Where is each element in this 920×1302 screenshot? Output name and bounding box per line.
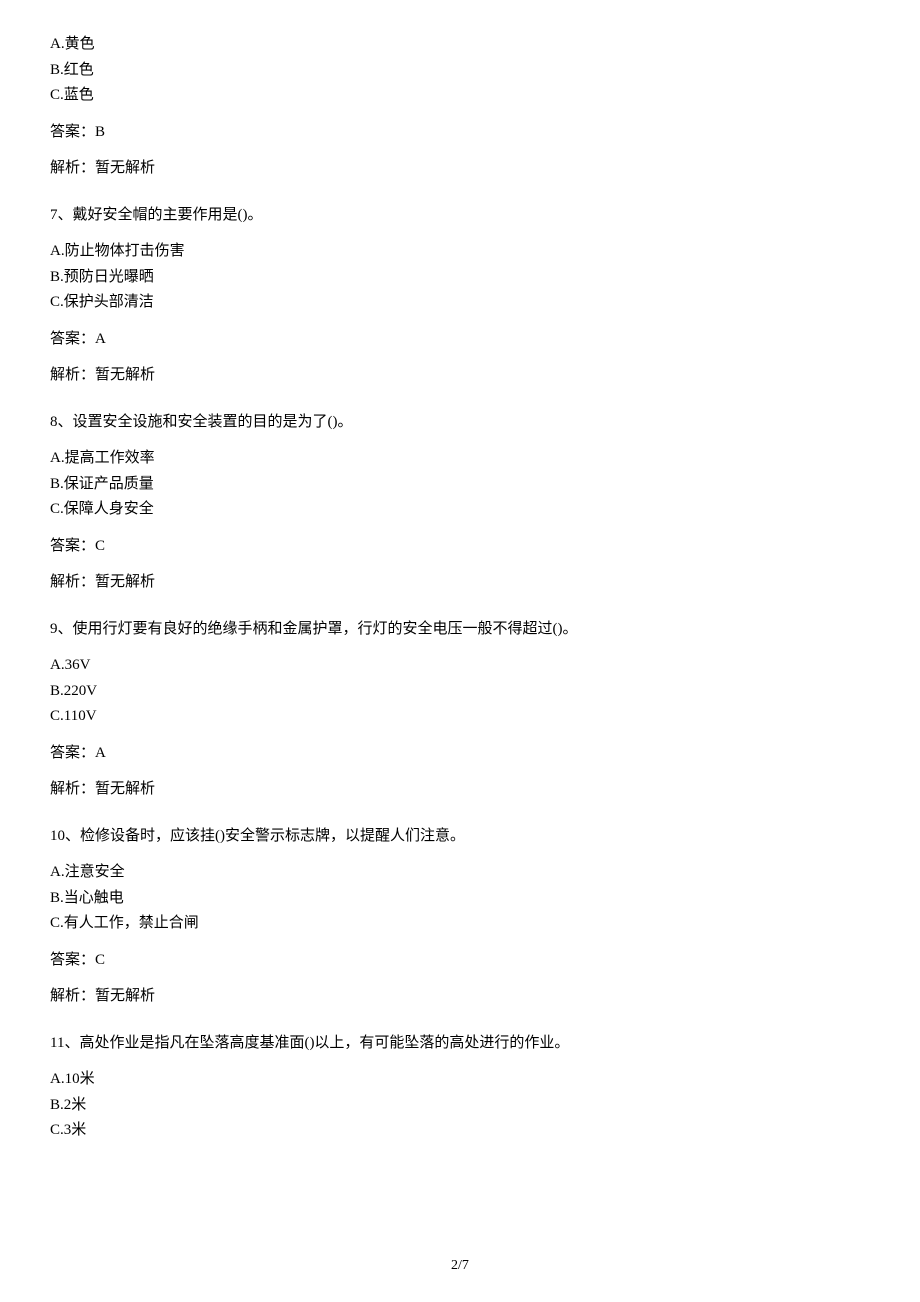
- q6-option-a: A.黄色: [50, 33, 870, 56]
- q6-option-b: B.红色: [50, 59, 870, 82]
- q10-option-c: C.有人工作，禁止合闸: [50, 912, 870, 935]
- q7-option-b: B.预防日光曝晒: [50, 266, 870, 289]
- q10-analysis: 解析：暂无解析: [50, 985, 870, 1008]
- q8-option-a: A.提高工作效率: [50, 447, 870, 470]
- q8-option-b: B.保证产品质量: [50, 473, 870, 496]
- q11-question: 11、高处作业是指凡在坠落高度基准面()以上，有可能坠落的高处进行的作业。: [50, 1032, 870, 1055]
- q11-option-a: A.10米: [50, 1068, 870, 1091]
- q9-option-c: C.110V: [50, 705, 870, 728]
- q9-answer: 答案：A: [50, 742, 870, 765]
- q7-analysis: 解析：暂无解析: [50, 364, 870, 387]
- q6-analysis: 解析：暂无解析: [50, 157, 870, 180]
- q7-option-c: C.保护头部清洁: [50, 291, 870, 314]
- q8-analysis: 解析：暂无解析: [50, 571, 870, 594]
- q7-answer: 答案：A: [50, 328, 870, 351]
- q9-option-b: B.220V: [50, 680, 870, 703]
- q11-option-c: C.3米: [50, 1119, 870, 1142]
- q9-analysis: 解析：暂无解析: [50, 778, 870, 801]
- q7-option-a: A.防止物体打击伤害: [50, 240, 870, 263]
- q9-option-a: A.36V: [50, 654, 870, 677]
- q10-question: 10、检修设备时，应该挂()安全警示标志牌，以提醒人们注意。: [50, 825, 870, 848]
- q8-answer: 答案：C: [50, 535, 870, 558]
- q10-answer: 答案：C: [50, 949, 870, 972]
- q6-option-c: C.蓝色: [50, 84, 870, 107]
- page-footer: 2/7: [0, 1258, 920, 1274]
- q8-option-c: C.保障人身安全: [50, 498, 870, 521]
- q10-option-a: A.注意安全: [50, 861, 870, 884]
- q8-question: 8、设置安全设施和安全装置的目的是为了()。: [50, 411, 870, 434]
- q11-option-b: B.2米: [50, 1094, 870, 1117]
- q10-option-b: B.当心触电: [50, 887, 870, 910]
- q7-question: 7、戴好安全帽的主要作用是()。: [50, 204, 870, 227]
- q6-answer: 答案：B: [50, 121, 870, 144]
- q9-question: 9、使用行灯要有良好的绝缘手柄和金属护罩，行灯的安全电压一般不得超过()。: [50, 618, 870, 641]
